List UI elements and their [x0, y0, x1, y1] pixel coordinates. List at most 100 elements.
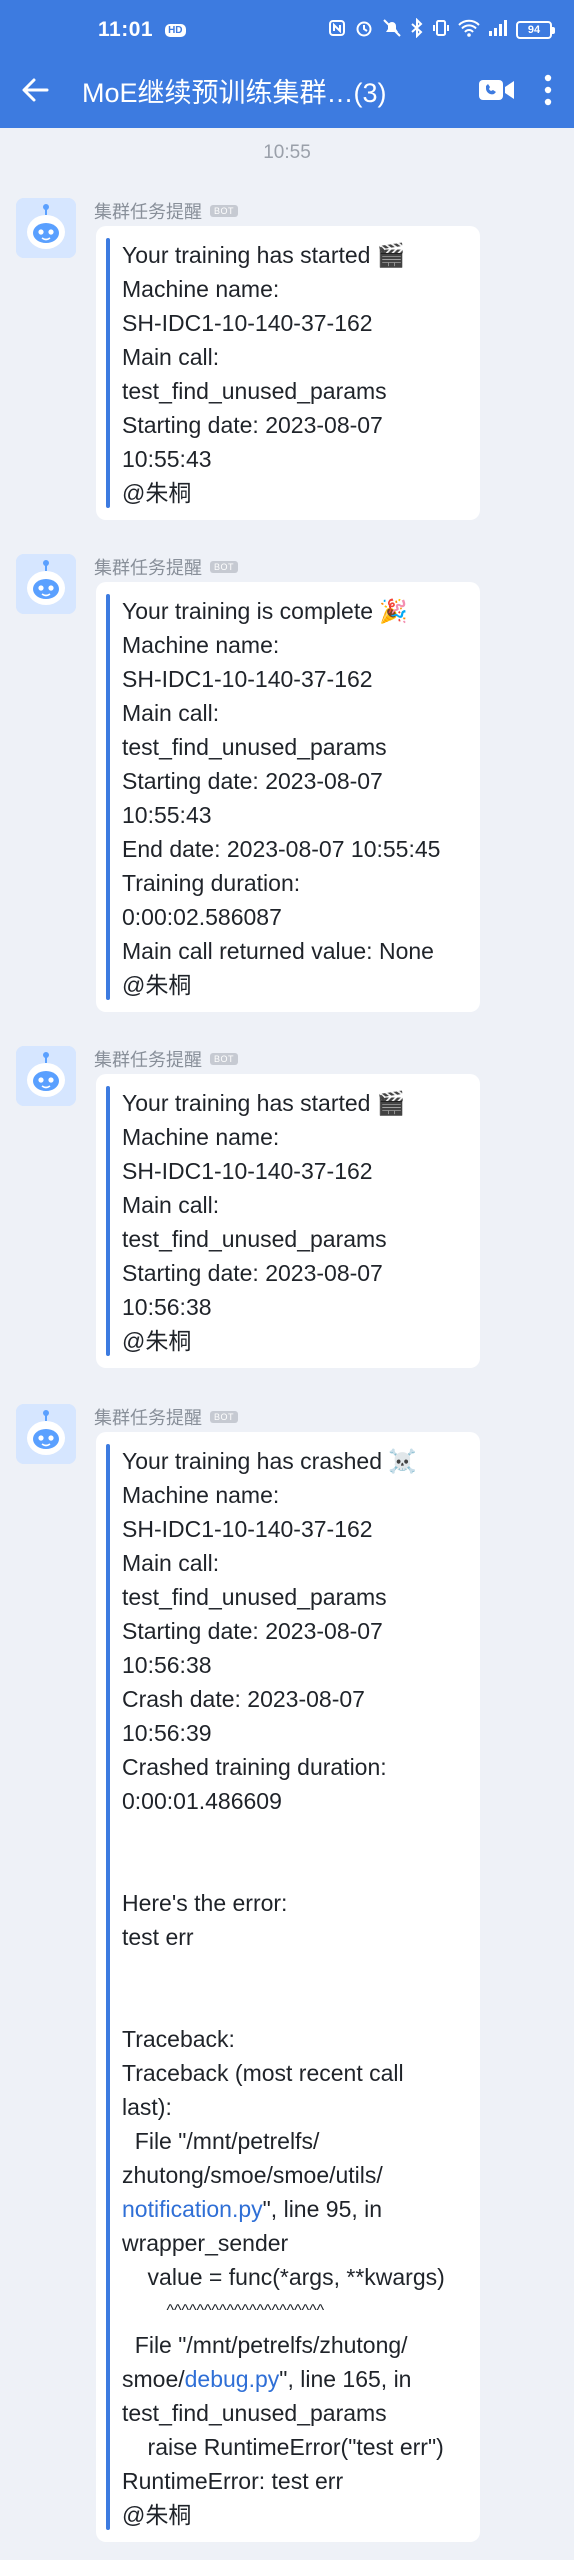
message-bubble[interactable]: Your training has started 🎬 Machine name:… [96, 1074, 480, 1368]
status-bar: 11:01 HD 94 [0, 0, 574, 60]
message-line: @朱桐 [122, 480, 192, 506]
nfc-icon [328, 19, 346, 42]
message-line: Training duration: [122, 870, 301, 896]
sender-label: 集群任务提醒 [94, 202, 202, 222]
message-line: test_find_unused_params [122, 2400, 387, 2426]
message-line: File "/mnt/petrelfs/zhutong/ [122, 2332, 408, 2358]
bot-badge: BOT [210, 1411, 239, 1423]
sender-label: 集群任务提醒 [94, 1408, 202, 1428]
message-line: last): [122, 2094, 172, 2120]
message-line: raise RuntimeError("test err") [122, 2434, 444, 2460]
vibrate-icon [432, 18, 450, 43]
navigation-bar: MoE继续预训练集群…(3) [0, 60, 574, 120]
sender-name: 集群任务提醒 BOT [94, 1404, 239, 1430]
bot-avatar[interactable] [16, 1046, 76, 1106]
message-line: @朱桐 [122, 2502, 192, 2528]
message-line: Traceback (most recent call [122, 2060, 404, 2086]
message-line: Machine name: [122, 1124, 280, 1150]
message-line: @朱桐 [122, 972, 192, 998]
message-line: Your training has started 🎬 [122, 242, 406, 268]
message-line [122, 1988, 460, 2022]
message-bubble[interactable]: Your training has crashed ☠️ Machine name… [96, 1432, 480, 2542]
battery-icon: 94 [516, 21, 555, 39]
message-line: @朱桐 [122, 1328, 192, 1354]
message-line: RuntimeError: test err [122, 2468, 344, 2494]
bot-avatar[interactable] [16, 554, 76, 614]
video-call-button[interactable] [478, 77, 516, 103]
message-line: Starting date: 2023-08-07 [122, 768, 383, 794]
back-arrow-icon [22, 78, 49, 102]
chat-title: MoE继续预训练集群…(3) [82, 77, 387, 108]
sender-name: 集群任务提醒 BOT [94, 1046, 239, 1072]
bot-badge: BOT [210, 561, 239, 573]
message-line: SH-IDC1-10-140-37-162 [122, 1158, 373, 1184]
sender-name: 集群任务提醒 BOT [94, 554, 239, 580]
message-line: SH-IDC1-10-140-37-162 [122, 310, 373, 336]
message-line [122, 1852, 460, 1886]
message-line: zhutong/smoe/smoe/utils/ [122, 2162, 383, 2188]
more-options-button[interactable] [544, 74, 552, 106]
message-timestamp: 10:55 [263, 142, 311, 163]
mute-icon [382, 18, 402, 43]
message-line: Main call returned value: None [122, 938, 434, 964]
message-line: SH-IDC1-10-140-37-162 [122, 1516, 373, 1542]
message-line: test_find_unused_params [122, 1584, 387, 1610]
message-line: Your training is complete 🎉 [122, 598, 409, 624]
status-icons: 94 [328, 17, 555, 43]
wifi-icon [458, 19, 480, 42]
message-line: Main call: [122, 700, 220, 726]
status-time: 11:01 [98, 18, 154, 41]
message-line: Main call: [122, 344, 220, 370]
message-line [122, 1818, 460, 1852]
message-line: 10:56:38 [122, 1652, 212, 1678]
bot-badge: BOT [210, 1053, 239, 1065]
file-link[interactable]: debug.py [185, 2366, 280, 2392]
message-line: test_find_unused_params [122, 734, 387, 760]
message-line: Your training has crashed ☠️ [122, 1448, 418, 1474]
more-vertical-icon [544, 74, 552, 106]
message-line: notification.py", line 95, in [122, 2196, 383, 2222]
sender-label: 集群任务提醒 [94, 558, 202, 578]
message-line: smoe/debug.py", line 165, in [122, 2366, 412, 2392]
message-line: Crash date: 2023-08-07 [122, 1686, 365, 1712]
message-line: Machine name: [122, 276, 280, 302]
bluetooth-icon [410, 17, 424, 43]
sender-name: 集群任务提醒 BOT [94, 198, 239, 224]
message-line [122, 1954, 460, 1988]
message-bubble[interactable]: Your training has started 🎬 Machine name:… [96, 226, 480, 520]
bot-badge: BOT [210, 205, 239, 217]
message-line: 0:00:01.486609 [122, 1788, 282, 1814]
message-line: Machine name: [122, 632, 280, 658]
sender-label: 集群任务提醒 [94, 1050, 202, 1070]
message-line: test_find_unused_params [122, 378, 387, 404]
message-line: 0:00:02.586087 [122, 904, 282, 930]
message-line: test_find_unused_params [122, 1226, 387, 1252]
message-line: 10:55:43 [122, 446, 212, 472]
bot-avatar[interactable] [16, 1404, 76, 1464]
message-line: Starting date: 2023-08-07 [122, 412, 383, 438]
message-line: Main call: [122, 1192, 220, 1218]
message-line: wrapper_sender [122, 2230, 289, 2256]
back-button[interactable] [0, 60, 70, 120]
alarm-icon [354, 18, 374, 43]
message-line: Traceback: [122, 2026, 235, 2052]
bot-avatar[interactable] [16, 198, 76, 258]
message-line: test err [122, 1924, 194, 1950]
message-line: Here's the error: [122, 1890, 288, 1916]
message-line: ^^^^^^^^^^^^^^^^^^^^^ [122, 2302, 325, 2319]
message-line: Your training has started 🎬 [122, 1090, 406, 1116]
message-line: 10:55:43 [122, 802, 212, 828]
message-line: Starting date: 2023-08-07 [122, 1618, 383, 1644]
message-line: SH-IDC1-10-140-37-162 [122, 666, 373, 692]
video-call-icon [479, 80, 514, 100]
message-line: File "/mnt/petrelfs/ [122, 2128, 320, 2154]
message-line: 10:56:39 [122, 1720, 212, 1746]
message-bubble[interactable]: Your training is complete 🎉 Machine name:… [96, 582, 480, 1012]
message-line: End date: 2023-08-07 10:55:45 [122, 836, 441, 862]
message-line: Machine name: [122, 1482, 280, 1508]
file-link[interactable]: notification.py [122, 2196, 263, 2222]
message-line: Starting date: 2023-08-07 [122, 1260, 383, 1286]
message-line: Main call: [122, 1550, 220, 1576]
message-line: value = func(*args, **kwargs) [122, 2264, 445, 2290]
hd-badge: HD [165, 23, 186, 37]
